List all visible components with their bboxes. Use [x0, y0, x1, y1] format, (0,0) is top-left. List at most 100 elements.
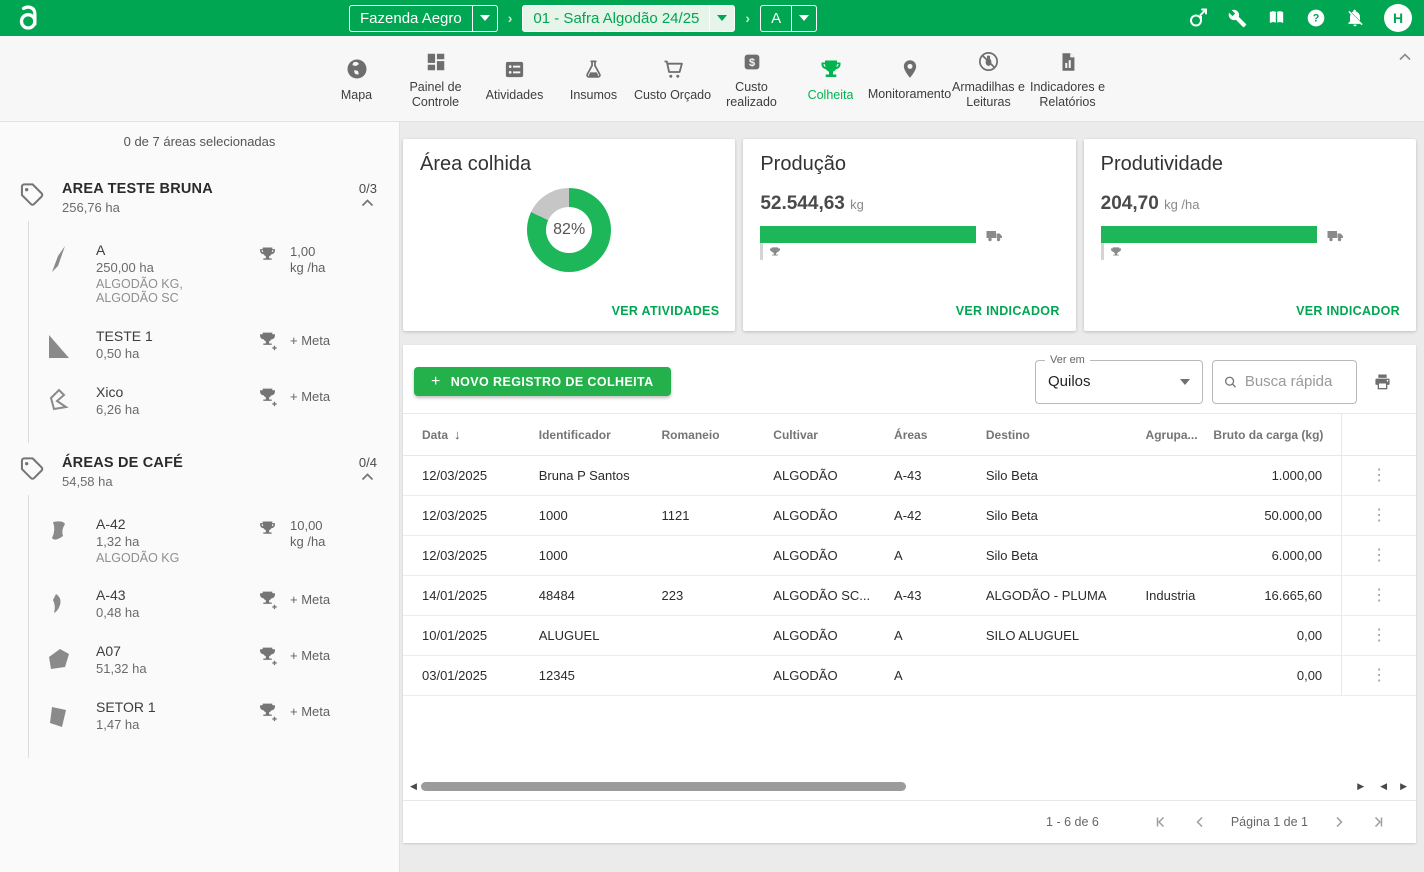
truck-icon [1327, 228, 1344, 243]
add-goal-button[interactable]: + Meta [257, 384, 385, 407]
area-item[interactable]: SETOR 1 1,47 ha + Meta [29, 688, 399, 744]
goal-indicator[interactable]: 10,00kg /ha [257, 516, 385, 551]
trophy-plus-icon [257, 386, 278, 407]
printer-icon[interactable] [1372, 372, 1393, 392]
plot-select[interactable]: A [760, 5, 817, 32]
donut-percent: 82% [553, 221, 585, 239]
group-name: AREA TESTE BRUNA [62, 181, 213, 197]
column-header-bruto-carga[interactable]: Bruto da carga (kg) [1213, 428, 1330, 442]
last-page-icon[interactable] [1370, 814, 1386, 830]
chevron-down-icon[interactable] [791, 6, 816, 31]
area-size: 1,32 ha [96, 534, 244, 549]
scroll-left-icon[interactable]: ◀ [410, 782, 417, 791]
area-item[interactable]: A07 51,32 ha + Meta [29, 632, 399, 688]
cell-identificador: 48484 [539, 588, 662, 603]
table-row[interactable]: 12/03/2025 1000 1121 ALGODÃO A-42 Silo B… [403, 496, 1416, 536]
ver-indicador-link[interactable]: VER INDICADOR [956, 304, 1060, 318]
help-icon[interactable]: ? [1306, 8, 1326, 28]
row-menu-icon[interactable]: ⋮ [1371, 468, 1387, 484]
farm-select[interactable]: Fazenda Aegro [349, 5, 498, 32]
tab-indicadores-e-relatorios[interactable]: Indicadores e Relatórios [1028, 48, 1107, 110]
season-select[interactable]: 01 - Safra Algodão 24/25 [522, 5, 735, 32]
breadcrumb: Fazenda Aegro › 01 - Safra Algodão 24/25… [349, 5, 817, 31]
chevron-down-icon[interactable] [709, 6, 734, 31]
scrollbar-track[interactable] [421, 782, 1353, 792]
row-menu-icon[interactable]: ⋮ [1371, 508, 1387, 524]
area-item[interactable]: TESTE 1 0,50 ha + Meta [29, 317, 399, 373]
aegro-switch-icon[interactable] [1187, 7, 1209, 29]
horizontal-scrollbar[interactable]: ◀ ▶ ◀ ▶ [410, 779, 1409, 794]
pinned-scroll-left-icon[interactable]: ◀ [1380, 782, 1387, 791]
column-header-cultivar[interactable]: Cultivar [773, 428, 894, 442]
previous-page-icon[interactable] [1192, 814, 1208, 830]
cell-cultivar: ALGODÃO [773, 468, 894, 483]
tab-mapa[interactable]: Mapa [317, 54, 396, 103]
column-header-data[interactable]: Data↓ [422, 427, 539, 442]
add-goal-button[interactable]: + Meta [257, 328, 385, 351]
add-goal-button[interactable]: + Meta [257, 587, 385, 610]
row-menu-icon[interactable]: ⋮ [1371, 628, 1387, 644]
tab-insumos[interactable]: Insumos [554, 55, 633, 103]
globe-icon [345, 57, 369, 81]
tab-armadilhas-e-leituras[interactable]: Armadilhas e Leituras [949, 47, 1028, 110]
table-row[interactable]: 12/03/2025 1000 ALGODÃO A Silo Beta 6.00… [403, 536, 1416, 576]
collapse-navbar-icon[interactable] [1398, 52, 1412, 61]
first-page-icon[interactable] [1153, 814, 1169, 830]
column-header-agrupamento[interactable]: Agrupa... [1146, 428, 1214, 442]
tab-colheita[interactable]: Colheita [791, 54, 870, 103]
card-produtividade: Produtividade 204,70 kg /ha VER INDICADO… [1084, 139, 1416, 331]
table-row[interactable]: 03/01/2025 12345 ALGODÃO A 0,00 ⋮ [403, 656, 1416, 696]
next-page-icon[interactable] [1331, 814, 1347, 830]
scrollbar-thumb[interactable] [421, 782, 906, 791]
farm-select-value: Fazenda Aegro [350, 6, 472, 31]
tab-custo-realizado[interactable]: $ Custo realizado [712, 48, 791, 110]
pinned-scroll-right-icon[interactable]: ▶ [1400, 782, 1407, 791]
column-header-destino[interactable]: Destino [986, 428, 1146, 442]
add-goal-button[interactable]: + Meta [257, 643, 385, 666]
area-group-header[interactable]: ÁREAS DE CAFÉ 54,58 ha 0/4 [0, 443, 399, 495]
notifications-off-icon[interactable] [1345, 8, 1365, 28]
area-item[interactable]: Xico 6,26 ha + Meta [29, 373, 399, 429]
area-group-header[interactable]: AREA TESTE BRUNA 256,76 ha 0/3 [0, 169, 399, 221]
book-icon[interactable] [1266, 8, 1287, 28]
ver-atividades-link[interactable]: VER ATIVIDADES [612, 304, 720, 318]
unit-select[interactable]: Ver em Quilos [1035, 360, 1203, 404]
area-item[interactable]: A-42 1,32 ha ALGODÃO KG 10,00kg /ha [29, 505, 399, 576]
table-row[interactable]: 10/01/2025 ALUGUEL ALGODÃO A SILO ALUGUE… [403, 616, 1416, 656]
ver-indicador-link[interactable]: VER INDICADOR [1296, 304, 1400, 318]
tools-icon[interactable] [1228, 9, 1247, 28]
tab-custo-orcado[interactable]: Custo Orçado [633, 54, 712, 103]
area-name: A [96, 242, 244, 258]
sort-desc-icon[interactable]: ↓ [454, 427, 461, 442]
area-crops: ALGODÃO KG [96, 551, 211, 565]
column-header-areas[interactable]: Áreas [894, 428, 986, 442]
table-row[interactable]: 12/03/2025 Bruna P Santos ALGODÃO A-43 S… [403, 456, 1416, 496]
user-avatar[interactable]: H [1384, 4, 1412, 32]
season-select-value: 01 - Safra Algodão 24/25 [523, 6, 709, 31]
cell-identificador: Bruna P Santos [539, 468, 662, 483]
area-item[interactable]: A 250,00 ha ALGODÃO KG, ALGODÃO SC 1,00k… [29, 231, 399, 317]
column-header-romaneio[interactable]: Romaneio [662, 428, 774, 442]
tab-atividades[interactable]: Atividades [475, 55, 554, 103]
goal-indicator[interactable]: 1,00kg /ha [257, 242, 385, 277]
chevron-down-icon[interactable] [472, 6, 497, 31]
chevron-up-icon[interactable] [360, 472, 375, 481]
tab-monitoramento[interactable]: Monitoramento [870, 55, 949, 102]
cell-destino: Silo Beta [986, 508, 1146, 523]
plot-select-value: A [761, 6, 791, 31]
quick-search[interactable] [1212, 360, 1357, 404]
area-item[interactable]: A-43 0,48 ha + Meta [29, 576, 399, 632]
chevron-up-icon[interactable] [360, 198, 375, 207]
cell-destino: SILO ALUGUEL [986, 628, 1146, 643]
row-menu-icon[interactable]: ⋮ [1371, 588, 1387, 604]
tab-label: Mapa [341, 88, 372, 103]
new-harvest-record-button[interactable]: + NOVO REGISTRO DE COLHEITA [414, 367, 671, 396]
scroll-right-icon[interactable]: ▶ [1357, 782, 1364, 791]
tab-painel-de-controle[interactable]: Painel de Controle [396, 48, 475, 110]
row-menu-icon[interactable]: ⋮ [1371, 548, 1387, 564]
search-input[interactable] [1245, 373, 1346, 390]
column-header-identificador[interactable]: Identificador [539, 428, 662, 442]
table-row[interactable]: 14/01/2025 48484 223 ALGODÃO SC... A-43 … [403, 576, 1416, 616]
row-menu-icon[interactable]: ⋮ [1371, 668, 1387, 684]
add-goal-button[interactable]: + Meta [257, 699, 385, 722]
